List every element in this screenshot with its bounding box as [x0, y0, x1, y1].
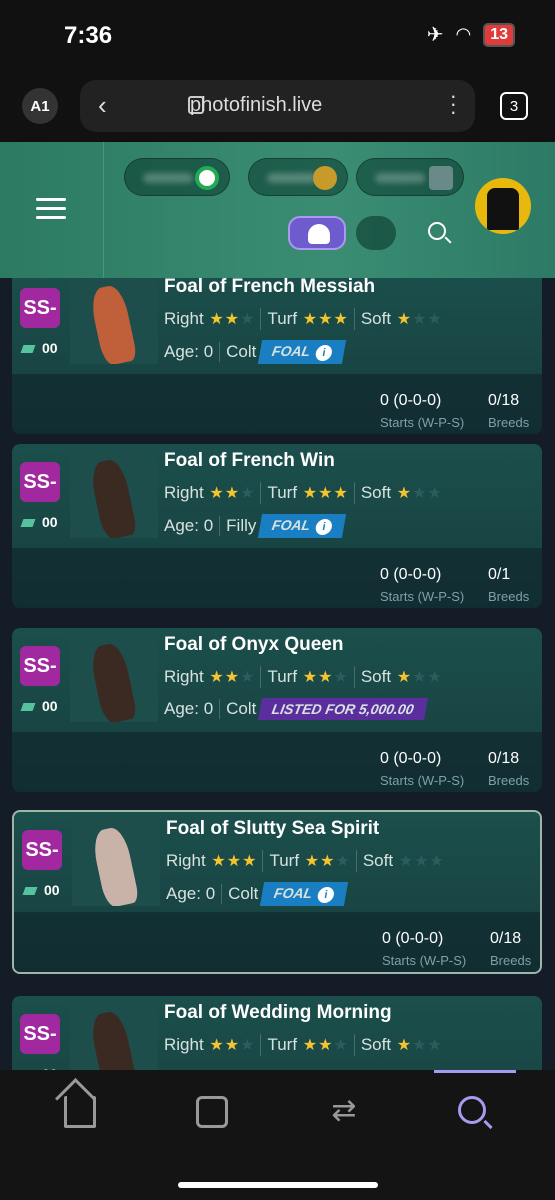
horse-image	[70, 1002, 158, 1070]
back-icon[interactable]: ‹	[98, 90, 107, 121]
search-icon[interactable]	[428, 222, 446, 240]
grade-badge: SS-	[22, 830, 62, 870]
horse-list: SS- 00 Foal of French Messiah Right ★ ★ ★ Turf…	[0, 278, 555, 1070]
starts-value: 0 (0-0-0)	[380, 392, 442, 409]
ghost-icon	[308, 224, 330, 244]
horse-image	[70, 634, 158, 722]
breeds-value: 0/18	[490, 930, 522, 947]
swap-icon[interactable]: ⇄	[328, 1096, 360, 1128]
home-icon[interactable]	[64, 1096, 96, 1128]
cash-icon	[429, 166, 453, 190]
clock: 7:36	[64, 22, 113, 49]
age-sex-row: Age: 0 Colt LISTED FOR 5,000.00	[164, 698, 428, 720]
grade-badge: SS-	[20, 1014, 60, 1054]
breeds-value: 0/18	[488, 392, 520, 409]
age-sex-row: Age: 0 Colt FOAL i	[166, 882, 349, 906]
wallet-icon[interactable]	[196, 1096, 228, 1128]
wifi-icon: ◠	[455, 24, 472, 44]
bottom-nav: ⇄	[0, 1070, 555, 1200]
starts-value: 0 (0-0-0)	[382, 930, 444, 947]
status-tag[interactable]: FOAL i	[260, 882, 349, 906]
hide-toggle-button[interactable]	[356, 216, 396, 250]
preferences: Right ★ ★ ★ Turf ★ ★ ★ Soft ★ ★ ★	[164, 308, 442, 330]
horse-name[interactable]: Foal of French Messiah	[164, 278, 375, 298]
horse-card[interactable]: SS- 00 Foal of Onyx Queen Right ★ ★ ★ Turf ★ ★ ★…	[12, 628, 542, 792]
crown-icon	[313, 166, 337, 190]
horseshoe-icon	[195, 166, 219, 190]
preferences: Right ★ ★ ★ Turf ★ ★ ★ Soft ★ ★ ★	[164, 482, 442, 504]
horse-card[interactable]: SS- 00 Foal of Slutty Sea Spirit Right ★ ★ ★ T…	[12, 810, 542, 974]
balance-pill-3[interactable]	[356, 158, 464, 196]
starts-value: 0 (0-0-0)	[380, 750, 442, 767]
age-sex-row: Age: 0 Colt FOAL i	[164, 340, 347, 364]
horse-card[interactable]: SS- 00 Foal of French Messiah Right ★ ★ ★ Turf…	[12, 278, 542, 434]
ff-value: 00	[22, 514, 58, 530]
age-sex-row: Age: 0 Filly FOAL i	[164, 514, 347, 538]
preferences: Right ★ ★ ★ Turf ★ ★ ★ Soft ★ ★ ★	[166, 850, 444, 872]
profile-avatar[interactable]: A1	[22, 88, 58, 124]
horse-name[interactable]: Foal of French Win	[164, 450, 335, 472]
status-tag[interactable]: FOAL i	[258, 514, 347, 538]
battery-indicator: 13	[483, 22, 515, 47]
app-header	[0, 142, 555, 278]
user-avatar[interactable]	[475, 178, 531, 234]
status-bar: 7:36 ✈ ◠ 13	[0, 0, 555, 72]
airplane-icon: ✈	[426, 24, 444, 46]
horse-card[interactable]: SS- 00 Foal of French Win Right ★ ★ ★ Turf ★ ★ ★…	[12, 444, 542, 608]
address-bar[interactable]: ‹ photofinish.live · · ·	[80, 80, 475, 132]
preferences: Right ★ ★ ★ Turf ★ ★ ★ Soft ★ ★ ★	[164, 666, 442, 688]
horse-name[interactable]: Foal of Slutty Sea Spirit	[166, 818, 379, 840]
balance-pill-2[interactable]	[248, 158, 348, 196]
horse-image	[70, 450, 158, 538]
horse-image	[72, 818, 160, 906]
tabs-button[interactable]: 3	[500, 92, 528, 120]
home-indicator	[178, 1182, 378, 1188]
url-text: photofinish.live	[190, 94, 323, 116]
menu-icon[interactable]	[36, 198, 66, 225]
grade-badge: SS-	[20, 462, 60, 502]
more-icon[interactable]: · · ·	[450, 85, 457, 123]
horse-card[interactable]: SS-00Foal of Wedding MorningRight ★★★Tur…	[12, 996, 542, 1070]
search-nav-icon[interactable]	[458, 1096, 486, 1124]
breeds-value: 0/1	[488, 566, 511, 583]
balance-pill-1[interactable]	[124, 158, 230, 196]
ff-value: 00	[22, 340, 58, 356]
starts-value: 0 (0-0-0)	[380, 566, 442, 583]
ff-value: 00	[22, 698, 58, 714]
horse-image	[70, 278, 158, 364]
status-tag[interactable]: FOAL i	[258, 340, 347, 364]
info-icon: i	[314, 345, 334, 361]
grade-badge: SS-	[20, 646, 60, 686]
ghost-button[interactable]	[288, 216, 346, 250]
horse-name[interactable]: Foal of Wedding Morning	[164, 1002, 392, 1024]
horse-name[interactable]: Foal of Onyx Queen	[164, 634, 343, 656]
breeds-value: 0/18	[488, 750, 520, 767]
info-icon: i	[314, 519, 334, 535]
info-icon: i	[316, 887, 336, 903]
browser-toolbar: A1 ‹ photofinish.live · · · 3	[0, 72, 555, 142]
status-tag[interactable]: LISTED FOR 5,000.00	[258, 698, 428, 720]
grade-badge: SS-	[20, 288, 60, 328]
ff-value: 00	[24, 882, 60, 898]
preferences: Right ★ ★ ★ Turf ★ ★ ★ Soft ★ ★ ★	[164, 1034, 442, 1056]
